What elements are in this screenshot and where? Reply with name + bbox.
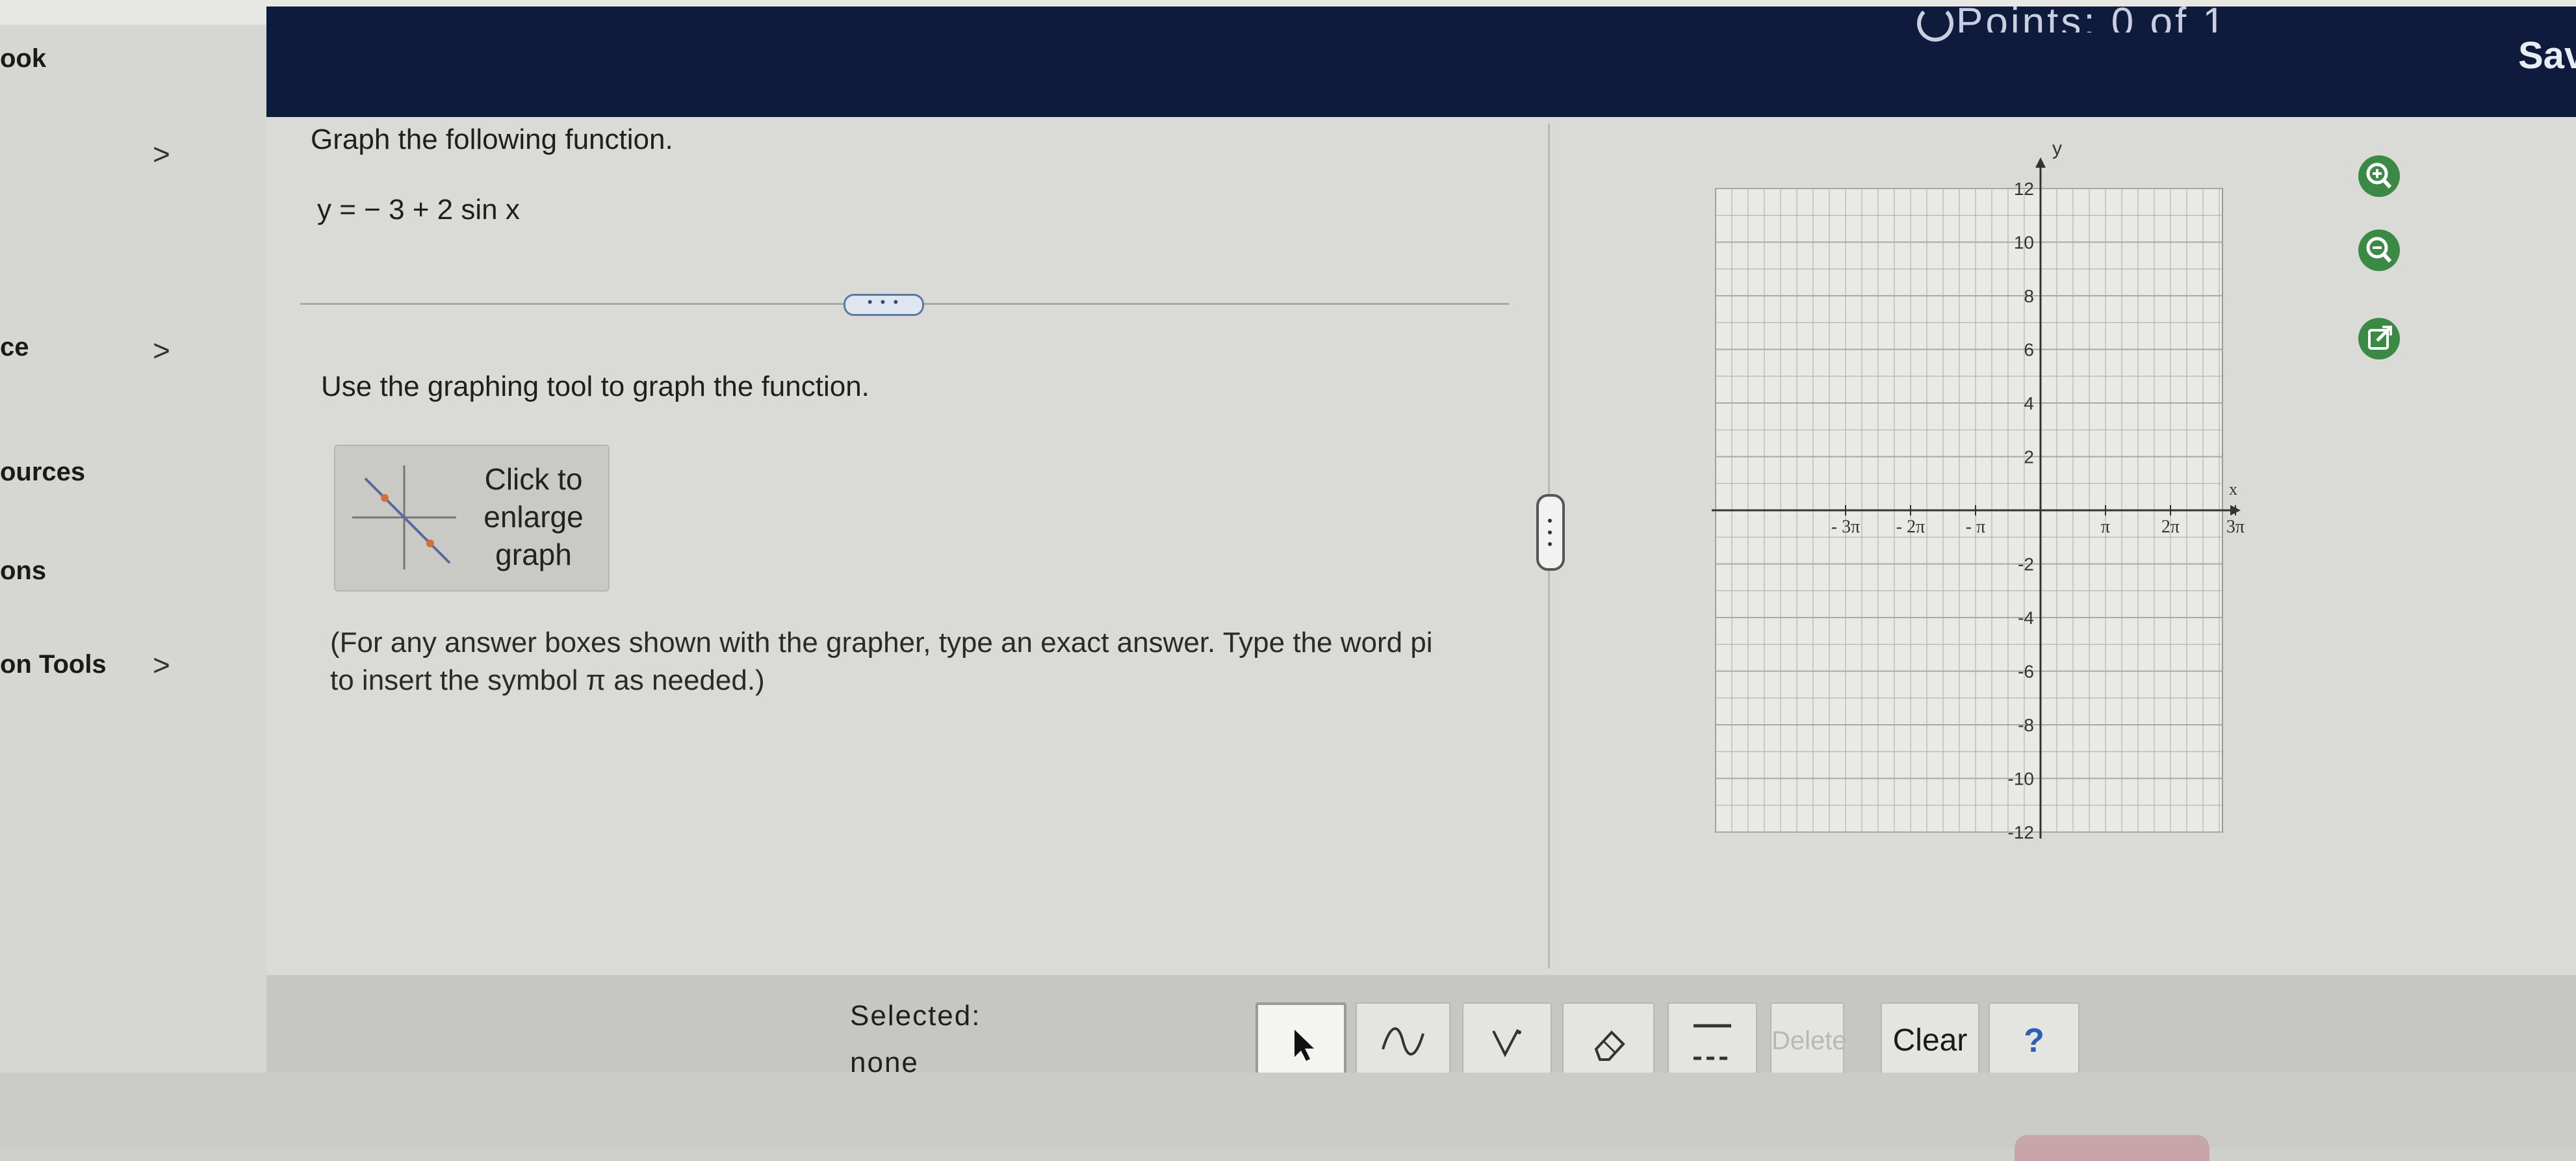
y-tick-label: 4	[2024, 393, 2034, 413]
y-tick-label: -12	[2008, 822, 2034, 842]
chevron-right-icon[interactable]: >	[153, 137, 170, 172]
selected-label: Selected:	[850, 1000, 981, 1032]
y-tick-label: -4	[2018, 608, 2034, 628]
y-tick-label: 12	[2014, 179, 2034, 199]
expand-more-button[interactable]: • • •	[844, 294, 924, 316]
x-tick-label: - 3π	[1831, 517, 1860, 537]
sidebar-item-book[interactable]: ook	[0, 44, 46, 73]
enlarge-graph-label: Click to enlarge graph	[483, 462, 584, 571]
y-tick-label: 8	[2024, 286, 2034, 306]
answer-note-line-2: to insert the symbol π as needed.)	[330, 664, 765, 696]
x-tick-label: - 2π	[1896, 517, 1925, 537]
graph-thumbnail-icon	[352, 465, 456, 569]
instruction-text: Use the graphing tool to graph the funct…	[321, 371, 869, 402]
zoom-in-icon[interactable]	[2356, 153, 2402, 199]
external-link-icon[interactable]	[2356, 316, 2402, 361]
answer-note: (For any answer boxes shown with the gra…	[330, 624, 1526, 699]
y-tick-label: -8	[2018, 715, 2034, 735]
y-tick-label: -6	[2018, 662, 2034, 682]
y-tick-label: 6	[2024, 340, 2034, 360]
sidebar-item-options[interactable]: ons	[0, 556, 46, 586]
eraser-tool-button[interactable]	[1562, 1002, 1655, 1082]
clear-button[interactable]: Clear	[1881, 1002, 1979, 1082]
zoom-out-icon[interactable]	[2356, 228, 2402, 273]
save-button[interactable]: Sav	[2518, 34, 2576, 77]
x-tick-label: 2π	[2161, 517, 2180, 537]
sidebar-item-ce[interactable]: ce	[0, 333, 29, 362]
y-axis-arrow	[2035, 157, 2046, 168]
bottom-tab[interactable]	[2015, 1135, 2209, 1161]
chevron-right-icon[interactable]: >	[153, 333, 170, 368]
question-title: Graph the following function.	[311, 124, 673, 155]
points-label: Points: 0 of 1	[1956, 0, 2228, 33]
header-bar	[266, 7, 2576, 117]
x-tick-label: π	[2101, 517, 2110, 537]
answer-note-line-1: (For any answer boxes shown with the gra…	[330, 627, 1433, 659]
function-equation: y = − 3 + 2 sin x	[317, 194, 520, 226]
arrow-pointer-icon	[1294, 1030, 1314, 1061]
sine-wave-icon	[1382, 1027, 1424, 1056]
sidebar: ook > ce > ources ons on Tools >	[0, 25, 266, 1148]
graph-canvas[interactable]: y x 12 10 8 6 4 2 -2 -4 -6 -8 -10 -12 - 3π - 2π - π π 2π 3π	[1690, 130, 2248, 852]
y-axis-label: y	[2052, 138, 2062, 159]
help-button[interactable]: ?	[1989, 1002, 2080, 1082]
line-style-tool-button[interactable]	[1668, 1002, 1757, 1082]
y-tick-label: -10	[2008, 769, 2034, 789]
y-tick-label: -2	[2018, 554, 2034, 575]
v-shape-icon	[1492, 1029, 1521, 1058]
y-tick-label: 2	[2024, 447, 2034, 467]
delete-button[interactable]: Delete	[1770, 1002, 1847, 1082]
y-tick-label: 10	[2014, 233, 2034, 253]
sidebar-item-tools[interactable]: on Tools	[0, 650, 107, 679]
sidebar-item-resources[interactable]: ources	[0, 458, 85, 487]
x-tick-label: - π	[1966, 517, 1985, 537]
solid-dashed-line-icon	[1694, 1024, 1731, 1060]
x-tick-label: 3π	[2226, 517, 2245, 537]
chevron-right-icon[interactable]: >	[153, 647, 170, 683]
enlarge-graph-button[interactable]: Click to enlarge graph	[334, 445, 610, 592]
points-progress-icon	[1917, 5, 1953, 42]
x-axis-label: x	[2229, 480, 2237, 499]
absolute-tool-button[interactable]	[1462, 1002, 1552, 1082]
eraser-icon	[1594, 1030, 1625, 1061]
sine-tool-button[interactable]	[1356, 1002, 1450, 1082]
panel-resize-handle[interactable]	[1536, 494, 1565, 571]
